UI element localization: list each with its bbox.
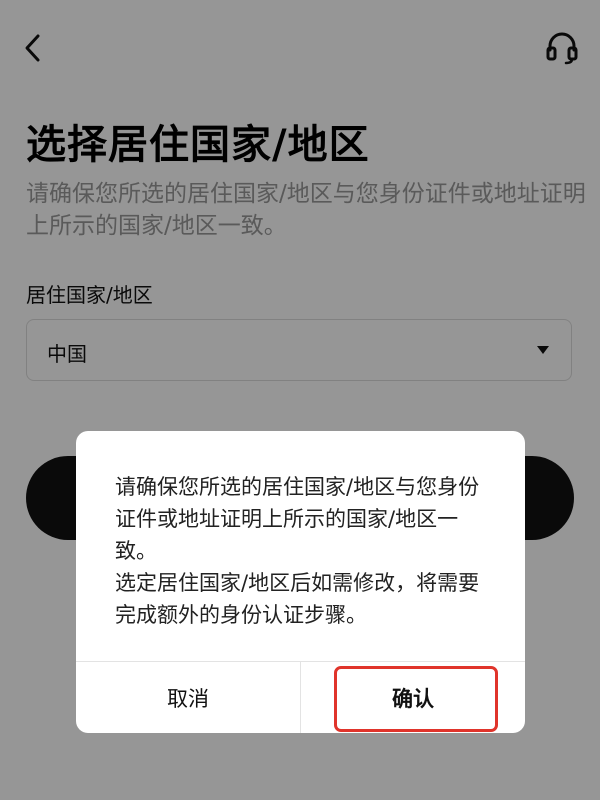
dialog-message-line1: 请确保您所选的居住国家/地区与您身份证件或地址证明上所示的国家/地区一致。 <box>115 475 480 563</box>
confirm-highlight-box <box>334 666 498 732</box>
cancel-button[interactable]: 取消 <box>76 662 300 733</box>
dialog-message-line2: 选定居住国家/地区后如需修改，将需要完成额外的身份认证步骤。 <box>115 571 480 627</box>
dialog-message: 请确保您所选的居住国家/地区与您身份证件或地址证明上所示的国家/地区一致。 选定… <box>115 471 487 631</box>
